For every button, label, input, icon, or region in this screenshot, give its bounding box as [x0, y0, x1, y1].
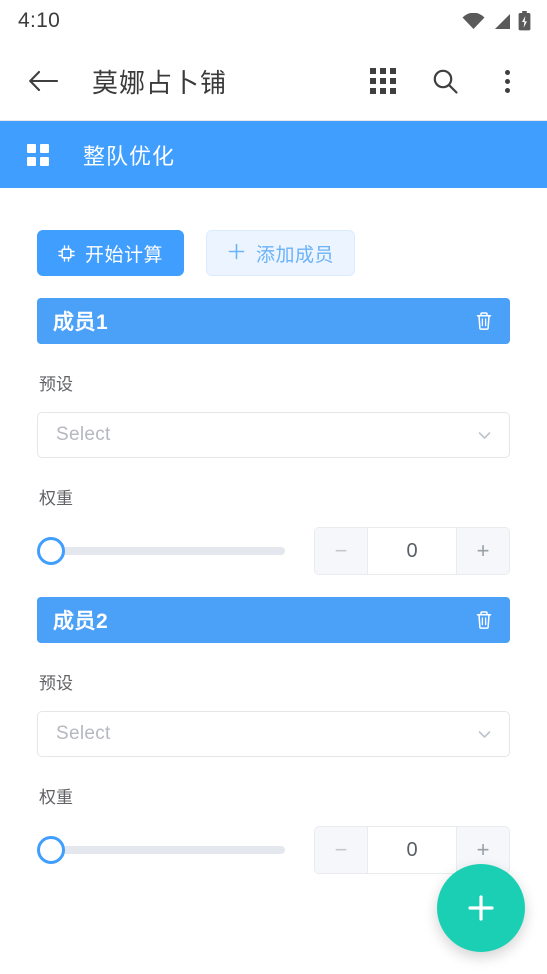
chevron-down-icon	[476, 427, 493, 444]
plus-icon	[227, 242, 246, 265]
weight-slider[interactable]	[37, 833, 285, 867]
add-member-button[interactable]: 添加成员	[206, 230, 356, 276]
preset-select[interactable]: Select	[37, 711, 510, 757]
weight-stepper: − 0 +	[314, 527, 510, 575]
wifi-icon	[462, 12, 485, 30]
member-header: 成员1	[37, 298, 510, 344]
chevron-down-icon	[476, 726, 493, 743]
plus-icon	[464, 891, 498, 925]
slider-thumb[interactable]	[37, 836, 65, 864]
member-header: 成员2	[37, 597, 510, 643]
signal-icon	[492, 13, 511, 30]
search-icon[interactable]	[429, 65, 461, 97]
weight-decrement-button[interactable]: −	[315, 528, 367, 574]
member-name: 成员1	[53, 311, 109, 334]
apps-grid-icon[interactable]	[367, 65, 399, 97]
weight-row: − 0 +	[37, 826, 510, 874]
weight-row: − 0 +	[37, 527, 510, 575]
preset-select[interactable]: Select	[37, 412, 510, 458]
weight-decrement-button[interactable]: −	[315, 827, 367, 873]
weight-label: 权重	[39, 788, 73, 807]
trash-icon[interactable]	[473, 310, 495, 332]
section-title: 整队优化	[83, 143, 176, 169]
preset-select-value: Select	[56, 723, 111, 744]
status-time: 4:10	[18, 9, 61, 32]
preset-select-value: Select	[56, 424, 111, 445]
status-icons	[462, 11, 531, 31]
phone-screen: 4:10 莫娜占卜铺 整队优化 开始计算 添加成员 成员1 预设 Select …	[0, 0, 547, 974]
member-card: 成员2 预设 Select 权重 − 0 +	[37, 597, 510, 874]
action-button-row: 开始计算 添加成员	[37, 188, 510, 276]
grid-2x2-icon	[27, 143, 49, 166]
weight-slider[interactable]	[37, 534, 285, 568]
trash-icon[interactable]	[473, 609, 495, 631]
slider-thumb[interactable]	[37, 537, 65, 565]
weight-value[interactable]: 0	[367, 528, 457, 574]
status-bar: 4:10	[0, 0, 547, 42]
chip-icon	[58, 244, 75, 262]
preset-label: 预设	[39, 674, 73, 693]
section-header: 整队优化	[0, 121, 547, 188]
overflow-menu-icon[interactable]	[491, 65, 523, 97]
main-content: 开始计算 添加成员 成员1 预设 Select 权重 − 0 + 成员2 预设 …	[0, 188, 547, 874]
app-bar: 莫娜占卜铺	[0, 42, 547, 120]
back-arrow-icon[interactable]	[26, 64, 60, 98]
add-floating-action-button[interactable]	[437, 864, 525, 952]
app-bar-actions	[367, 65, 523, 97]
member-card: 成员1 预设 Select 权重 − 0 +	[37, 298, 510, 575]
member-name: 成员2	[53, 610, 109, 633]
add-member-label: 添加成员	[256, 244, 335, 266]
battery-charging-icon	[518, 11, 531, 31]
start-calculate-label: 开始计算	[85, 244, 164, 266]
preset-label: 预设	[39, 375, 73, 394]
page-title: 莫娜占卜铺	[92, 67, 228, 98]
slider-track	[48, 547, 285, 555]
start-calculate-button[interactable]: 开始计算	[37, 230, 185, 276]
weight-increment-button[interactable]: +	[457, 528, 509, 574]
slider-track	[48, 846, 285, 854]
weight-label: 权重	[39, 489, 73, 508]
weight-value[interactable]: 0	[367, 827, 457, 873]
